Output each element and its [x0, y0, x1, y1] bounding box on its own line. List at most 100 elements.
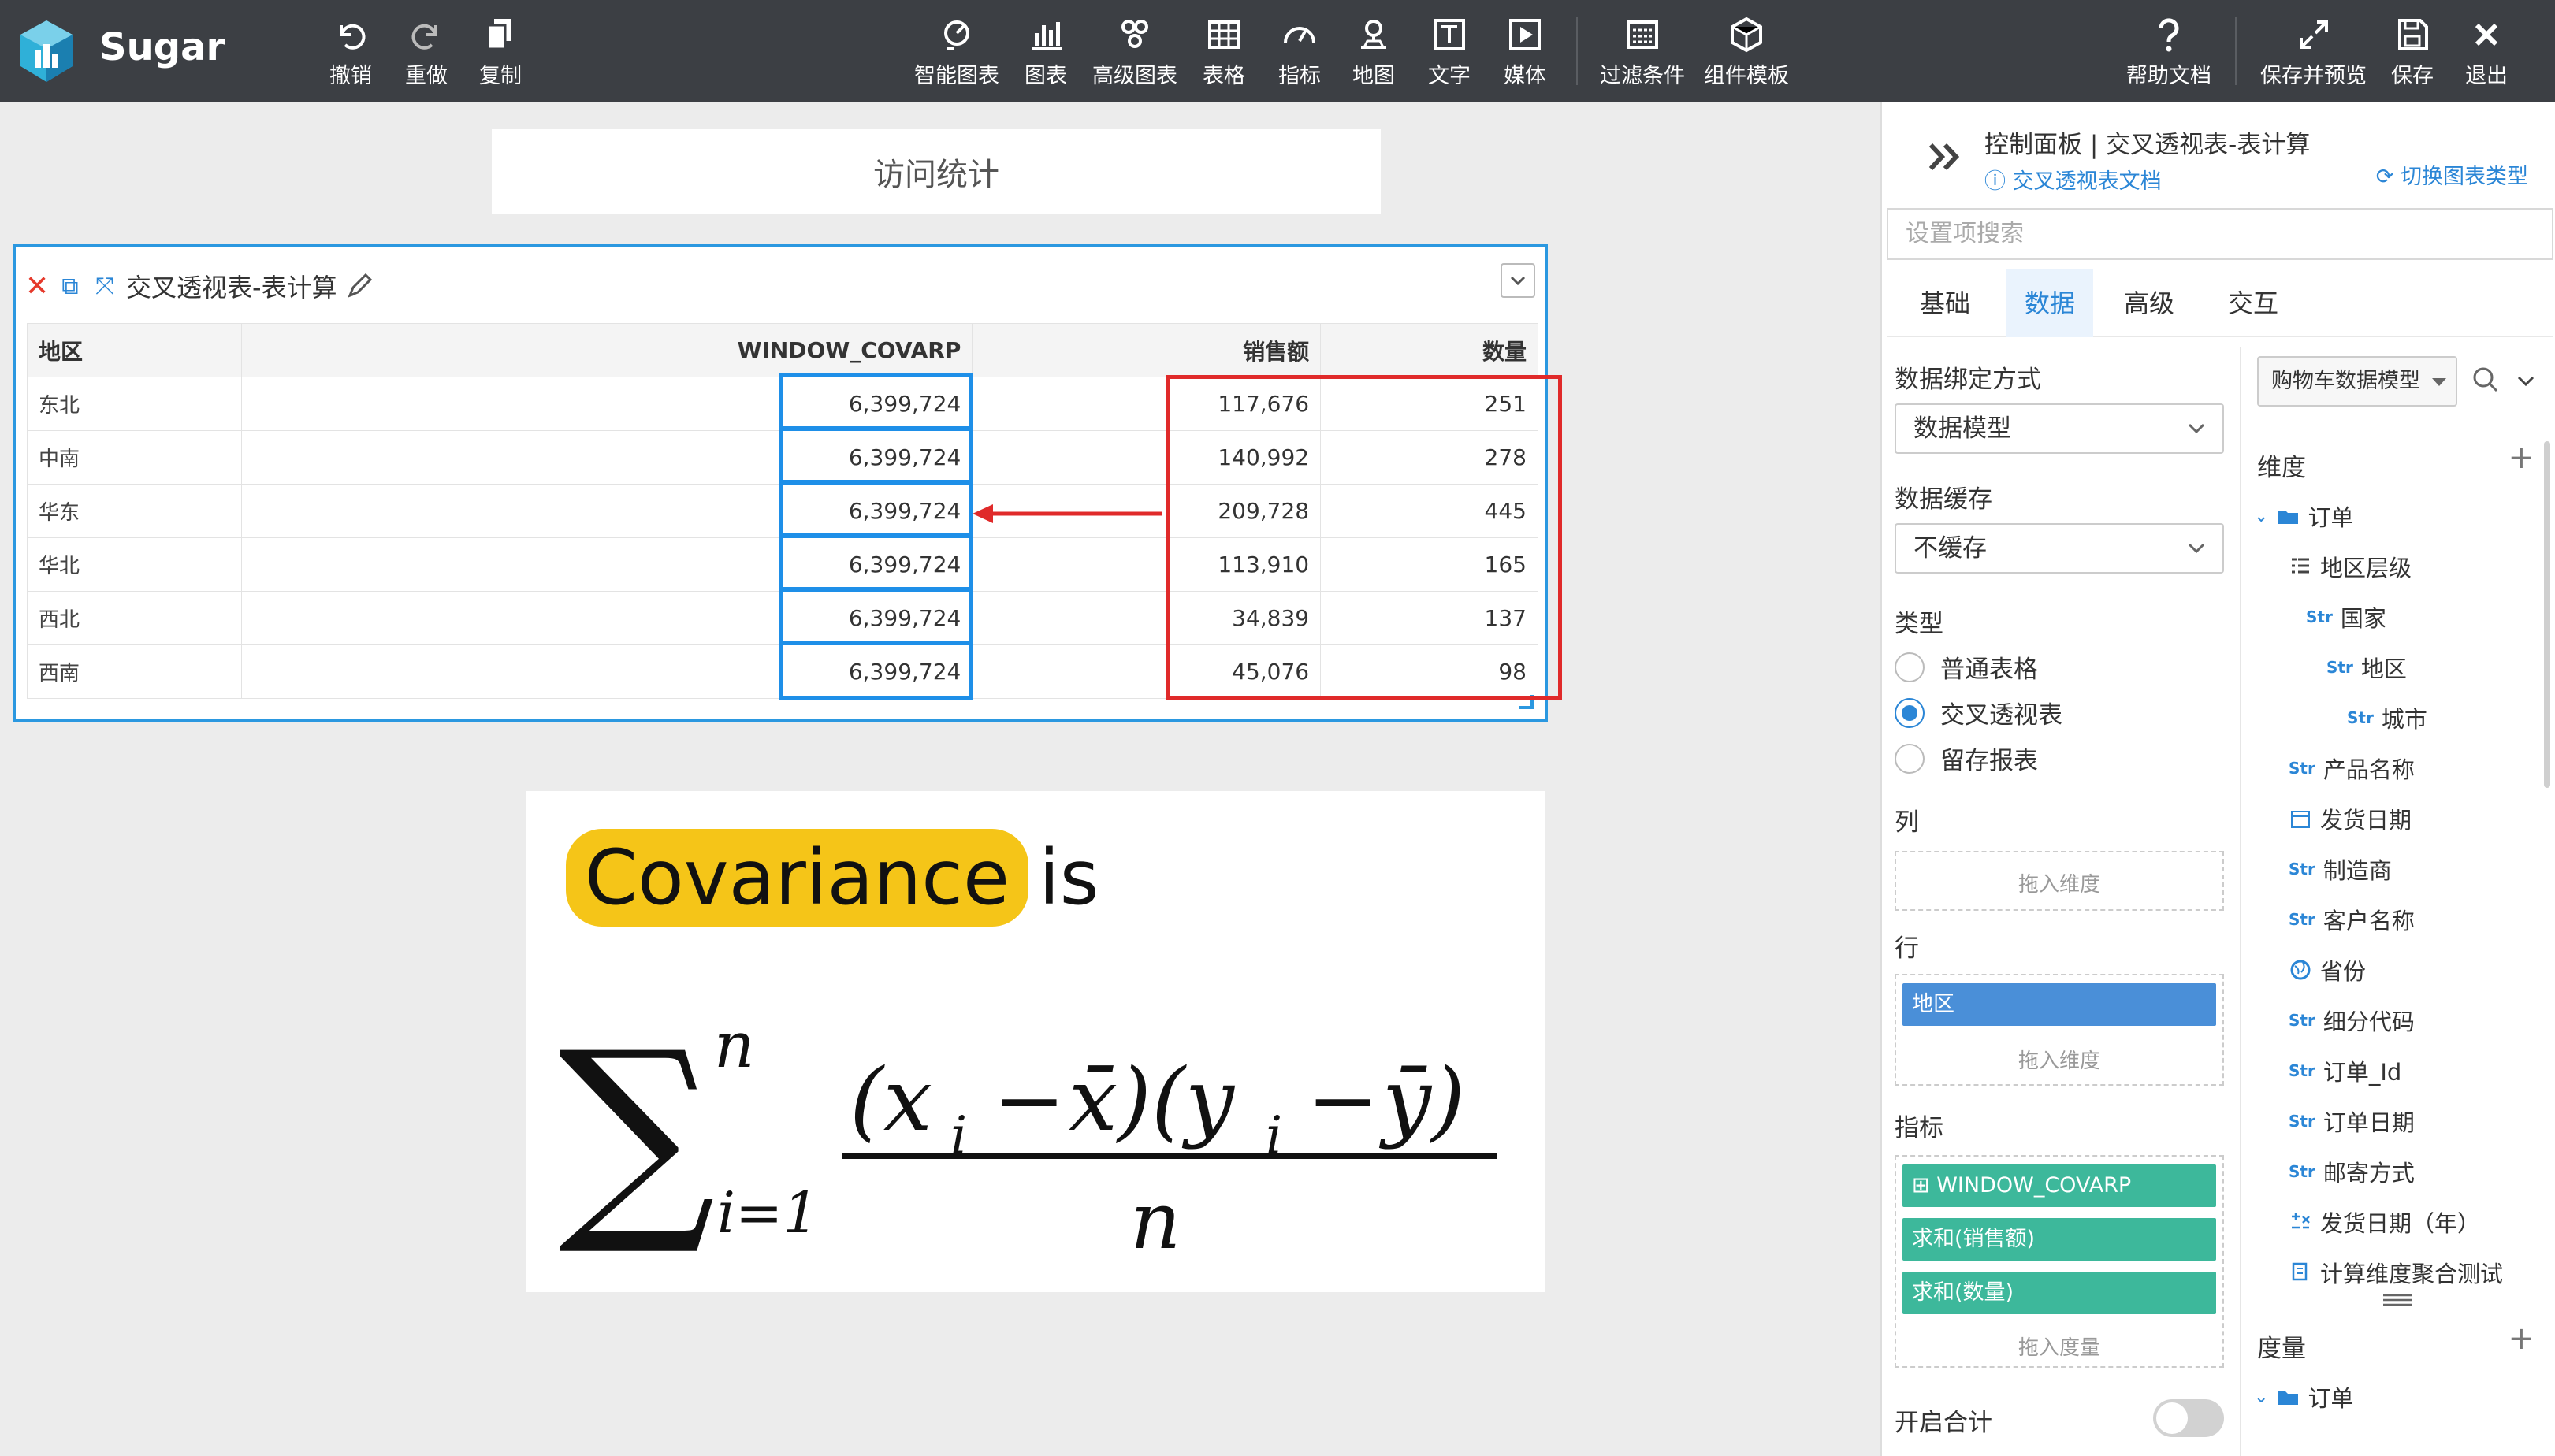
metric-label: 指标	[1278, 64, 1321, 88]
tab-interaction[interactable]: 交互	[2202, 269, 2304, 337]
drag-grip-icon[interactable]	[2380, 1292, 2415, 1308]
settings-search-input[interactable]: 设置项搜索	[1887, 208, 2553, 260]
metric-chip[interactable]: 求和(销售额)	[1902, 1218, 2216, 1261]
tree-item[interactable]: Str 订单_Id	[2289, 1054, 2401, 1087]
metric-chip[interactable]: 求和(数量)	[1902, 1272, 2216, 1314]
binding-select[interactable]: 数据模型	[1895, 403, 2224, 454]
tree-item[interactable]: Str 产品名称	[2289, 752, 2415, 785]
column-dropzone[interactable]: 拖入维度	[1895, 851, 2224, 911]
save-button[interactable]: 保存	[2391, 14, 2434, 89]
exit-button[interactable]: 退出	[2465, 14, 2508, 89]
svg-text:n: n	[714, 1008, 755, 1082]
chart-button[interactable]: 图表	[1025, 14, 1067, 89]
fullscreen-widget-icon[interactable]: ⤧	[91, 273, 118, 300]
tree-item[interactable]: Str 地区	[2326, 651, 2407, 684]
dropzone-hint: 拖入维度	[2018, 873, 2100, 897]
tab-advanced[interactable]: 高级	[2098, 269, 2200, 337]
duplicate-widget-icon[interactable]: ⧉	[57, 273, 84, 300]
radio-circle[interactable]	[1895, 652, 1925, 682]
type-radio-normal[interactable]: 普通表格	[1895, 649, 2038, 685]
tree-item[interactable]: 地区层级	[2289, 550, 2412, 583]
type-radio-retention[interactable]: 留存报表	[1895, 741, 2038, 776]
cache-label: 数据缓存	[1895, 485, 1992, 514]
tree-item[interactable]: Str 城市	[2347, 701, 2427, 734]
tree-label: 产品名称	[2323, 756, 2415, 783]
tree-item[interactable]: Str 细分代码	[2289, 1004, 2415, 1037]
chevron-down-icon: ⌄	[2254, 506, 2269, 526]
row-dropzone[interactable]: 地区 拖入维度	[1895, 974, 2224, 1086]
metric-chip[interactable]: ⊞ WINDOW_COVARP	[1902, 1164, 2216, 1207]
help-circle-icon: ⓘ	[1984, 169, 2013, 194]
help-icon	[2148, 14, 2189, 55]
folder-open-icon	[2278, 1391, 2299, 1405]
column-header[interactable]: 数量	[1320, 323, 1538, 377]
edit-title-icon[interactable]	[345, 272, 374, 300]
save-preview-button[interactable]: 保存并预览	[2260, 14, 2367, 89]
tree-item[interactable]: 省份	[2289, 953, 2366, 986]
smart-chart-button[interactable]: 智能图表	[914, 14, 999, 89]
pivot-doc-link[interactable]: ⓘ 交叉透视表文档	[1984, 164, 2162, 195]
tree-label: 订单日期	[2323, 1109, 2415, 1136]
tree-item[interactable]: 发货日期（年）	[2289, 1205, 2480, 1239]
tree-item[interactable]: Str 订单日期	[2289, 1105, 2415, 1138]
text-button[interactable]: 文字	[1428, 14, 1471, 89]
cache-select[interactable]: 不缓存	[1895, 523, 2224, 574]
filter-button[interactable]: 过滤条件	[1600, 14, 1685, 89]
tree-label: 省份	[2320, 958, 2367, 985]
row-dimension-chip[interactable]: 地区	[1902, 983, 2216, 1026]
help-doc-button[interactable]: 帮助文档	[2126, 14, 2211, 89]
media-button[interactable]: 媒体	[1504, 14, 1546, 89]
column-header[interactable]: 销售额	[972, 323, 1322, 377]
type-radio-pivot[interactable]: 交叉透视表	[1895, 695, 2062, 730]
table-icon	[1203, 14, 1244, 55]
tree-item[interactable]: Str 制造商	[2289, 852, 2392, 886]
smart-chart-label: 智能图表	[914, 64, 999, 88]
tree-folder[interactable]: ⌄ 订单	[2254, 500, 2353, 533]
undo-button[interactable]: 撤销	[329, 14, 372, 89]
data-model-select[interactable]: 购物车数据模型	[2257, 356, 2457, 407]
tree-item[interactable]: Str 客户名称	[2289, 903, 2415, 936]
metric-dropzone[interactable]: ⊞ WINDOW_COVARP 求和(销售额) 求和(数量) 拖入度量	[1895, 1155, 2224, 1368]
column-header[interactable]: WINDOW_COVARP	[240, 323, 973, 377]
map-button[interactable]: 地图	[1352, 14, 1395, 89]
metric-chip-label: WINDOW_COVARP	[1936, 1173, 2132, 1198]
exit-label: 退出	[2465, 64, 2508, 88]
total-toggle[interactable]	[2153, 1399, 2224, 1437]
data-settings-column: 数据绑定方式 数据模型 数据缓存 不缓存 类型 普通表格 交叉透视表 留存报表 …	[1882, 347, 2240, 1456]
table-button[interactable]: 表格	[1203, 14, 1245, 89]
chevron-down-icon[interactable]	[2514, 369, 2538, 392]
switch-chart-type-link[interactable]: ⟳ 切换图表类型	[2376, 159, 2528, 190]
redo-button[interactable]: 重做	[405, 14, 448, 89]
switch-chart-type-label: 切换图表类型	[2401, 165, 2528, 189]
column-header[interactable]: 地区	[27, 323, 242, 377]
svg-text:x̄)(y: x̄)(y	[1069, 1049, 1236, 1150]
tree-item[interactable]: 发货日期	[2289, 802, 2412, 835]
add-dimension-icon[interactable]: +	[2508, 440, 2535, 476]
calendar-icon	[2291, 811, 2310, 828]
highlight-box-blue	[779, 373, 973, 430]
template-button[interactable]: 组件模板	[1704, 14, 1789, 89]
advanced-chart-button[interactable]: 高级图表	[1092, 14, 1177, 89]
title-card[interactable]: 访问统计	[492, 129, 1381, 214]
widget-collapse-button[interactable]	[1501, 263, 1535, 298]
toolbar-divider	[1576, 17, 1578, 85]
tree-item[interactable]: Str 国家	[2306, 600, 2386, 633]
metric-button[interactable]: 指标	[1278, 14, 1321, 89]
search-icon[interactable]	[2470, 364, 2501, 396]
tree-folder[interactable]: ⌄ 订单	[2254, 1380, 2353, 1413]
template-icon	[1726, 14, 1767, 55]
field-list-scrollbar[interactable]	[2544, 441, 2550, 788]
region-cell: 西南	[27, 644, 242, 699]
tab-data[interactable]: 数据	[2006, 269, 2093, 337]
radio-circle-selected[interactable]	[1895, 697, 1925, 728]
radio-circle[interactable]	[1895, 743, 1925, 774]
copy-button[interactable]: 复制	[479, 14, 522, 89]
tree-item[interactable]: Str 邮寄方式	[2289, 1155, 2415, 1188]
add-measure-icon[interactable]: +	[2508, 1320, 2535, 1357]
binding-label: 数据绑定方式	[1895, 366, 2041, 394]
delete-widget-icon[interactable]: ✕	[25, 270, 49, 303]
tree-item[interactable]: 计算维度聚合测试	[2289, 1256, 2503, 1289]
text-icon	[1429, 14, 1470, 55]
collapse-panel-icon[interactable]	[1923, 136, 1966, 178]
tab-basic[interactable]: 基础	[1887, 269, 2003, 337]
